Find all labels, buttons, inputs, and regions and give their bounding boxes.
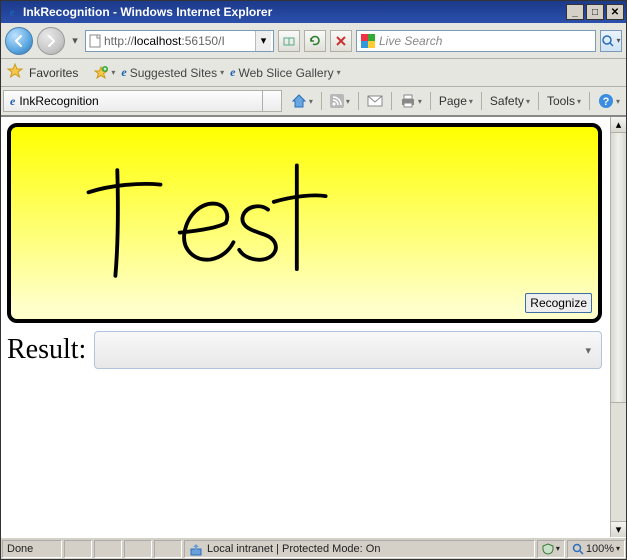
zoom-icon (572, 543, 584, 555)
back-button[interactable] (5, 27, 33, 55)
vertical-scrollbar[interactable]: ▴ ▾ (610, 117, 626, 537)
tab-title: InkRecognition (19, 94, 98, 108)
ie-icon: e (5, 5, 19, 19)
tab-inkrecognition[interactable]: e InkRecognition (3, 90, 263, 112)
zoom-value: 100% (586, 543, 614, 555)
print-button[interactable]: ▾ (400, 94, 422, 108)
help-button[interactable]: ? ▾ (598, 93, 620, 109)
compat-view-button[interactable] (278, 30, 300, 52)
titlebar: e InkRecognition - Windows Internet Expl… (1, 1, 626, 23)
address-bar[interactable]: http://localhost:56150/I ▾ (85, 30, 274, 52)
zoom-control[interactable]: 100% ▾ (567, 540, 625, 558)
svg-text:?: ? (603, 96, 610, 108)
scroll-track[interactable] (611, 403, 626, 521)
new-tab-button[interactable] (262, 90, 282, 112)
result-dropdown[interactable]: ▾ (94, 331, 602, 369)
favorites-bar: Favorites ▾ e Suggested Sites ▾ e Web Sl… (1, 59, 626, 87)
add-to-favorites-bar[interactable]: ▾ (94, 66, 115, 80)
result-label: Result: (7, 334, 86, 366)
search-go-button[interactable]: ▾ (600, 30, 622, 52)
read-mail-button[interactable] (367, 95, 383, 107)
status-cell-3 (124, 540, 152, 558)
minimize-button[interactable]: _ (566, 4, 584, 20)
web-slice-gallery-link[interactable]: e Web Slice Gallery ▾ (230, 65, 341, 80)
ink-canvas[interactable]: Recognize (7, 123, 602, 323)
status-done: Done (2, 540, 62, 558)
tab-row: e InkRecognition ▾ ▾ ▾ Page (1, 87, 626, 115)
status-cell-1 (64, 540, 92, 558)
page-body: Recognize Result: ▾ (1, 117, 610, 537)
scroll-thumb[interactable] (611, 133, 626, 403)
window-title: InkRecognition - Windows Internet Explor… (23, 5, 566, 19)
favorites-star-icon (7, 63, 23, 82)
page-menu[interactable]: Page ▾ (439, 94, 473, 108)
address-dropdown[interactable]: ▾ (255, 31, 271, 51)
close-button[interactable]: ✕ (606, 4, 624, 20)
safety-menu[interactable]: Safety ▾ (490, 94, 530, 108)
address-text: http://localhost:56150/I (104, 34, 253, 48)
tools-menu[interactable]: Tools ▾ (547, 94, 581, 108)
status-cell-2 (94, 540, 122, 558)
status-bar: Done Local intranet | Protected Mode: On… (1, 537, 626, 559)
search-provider-icon (361, 34, 375, 48)
refresh-button[interactable] (304, 30, 326, 52)
browser-window: e InkRecognition - Windows Internet Expl… (0, 0, 627, 560)
zone-icon (189, 542, 203, 556)
result-row: Result: ▾ (7, 331, 602, 369)
status-cell-4 (154, 540, 182, 558)
home-button[interactable]: ▾ (291, 93, 313, 109)
content-area: Recognize Result: ▾ ▴ ▾ (1, 115, 626, 537)
suggested-sites-link[interactable]: e Suggested Sites ▾ (121, 65, 224, 80)
chevron-down-icon: ▾ (585, 344, 591, 357)
handwriting-ink (11, 127, 598, 319)
feeds-button[interactable]: ▾ (330, 94, 350, 108)
scroll-up-button[interactable]: ▴ (611, 117, 626, 133)
forward-button[interactable] (37, 27, 65, 55)
page-icon (88, 34, 102, 48)
status-zone: Local intranet | Protected Mode: On (184, 540, 535, 558)
tab-favicon: e (10, 94, 15, 109)
stop-button[interactable] (330, 30, 352, 52)
favorites-label[interactable]: Favorites (29, 66, 78, 80)
status-security-cell[interactable]: ▾ (537, 540, 565, 558)
command-bar: ▾ ▾ ▾ Page ▾ Safety ▾ Tools ▾ (291, 92, 624, 110)
scroll-down-button[interactable]: ▾ (611, 521, 626, 537)
nav-toolbar: ▾ http://localhost:56150/I ▾ (1, 23, 626, 59)
search-box[interactable]: Live Search (356, 30, 596, 52)
maximize-button[interactable]: □ (586, 4, 604, 20)
recognize-button[interactable]: Recognize (525, 293, 592, 313)
search-placeholder: Live Search (379, 34, 591, 48)
nav-history-dropdown[interactable]: ▾ (69, 31, 81, 51)
